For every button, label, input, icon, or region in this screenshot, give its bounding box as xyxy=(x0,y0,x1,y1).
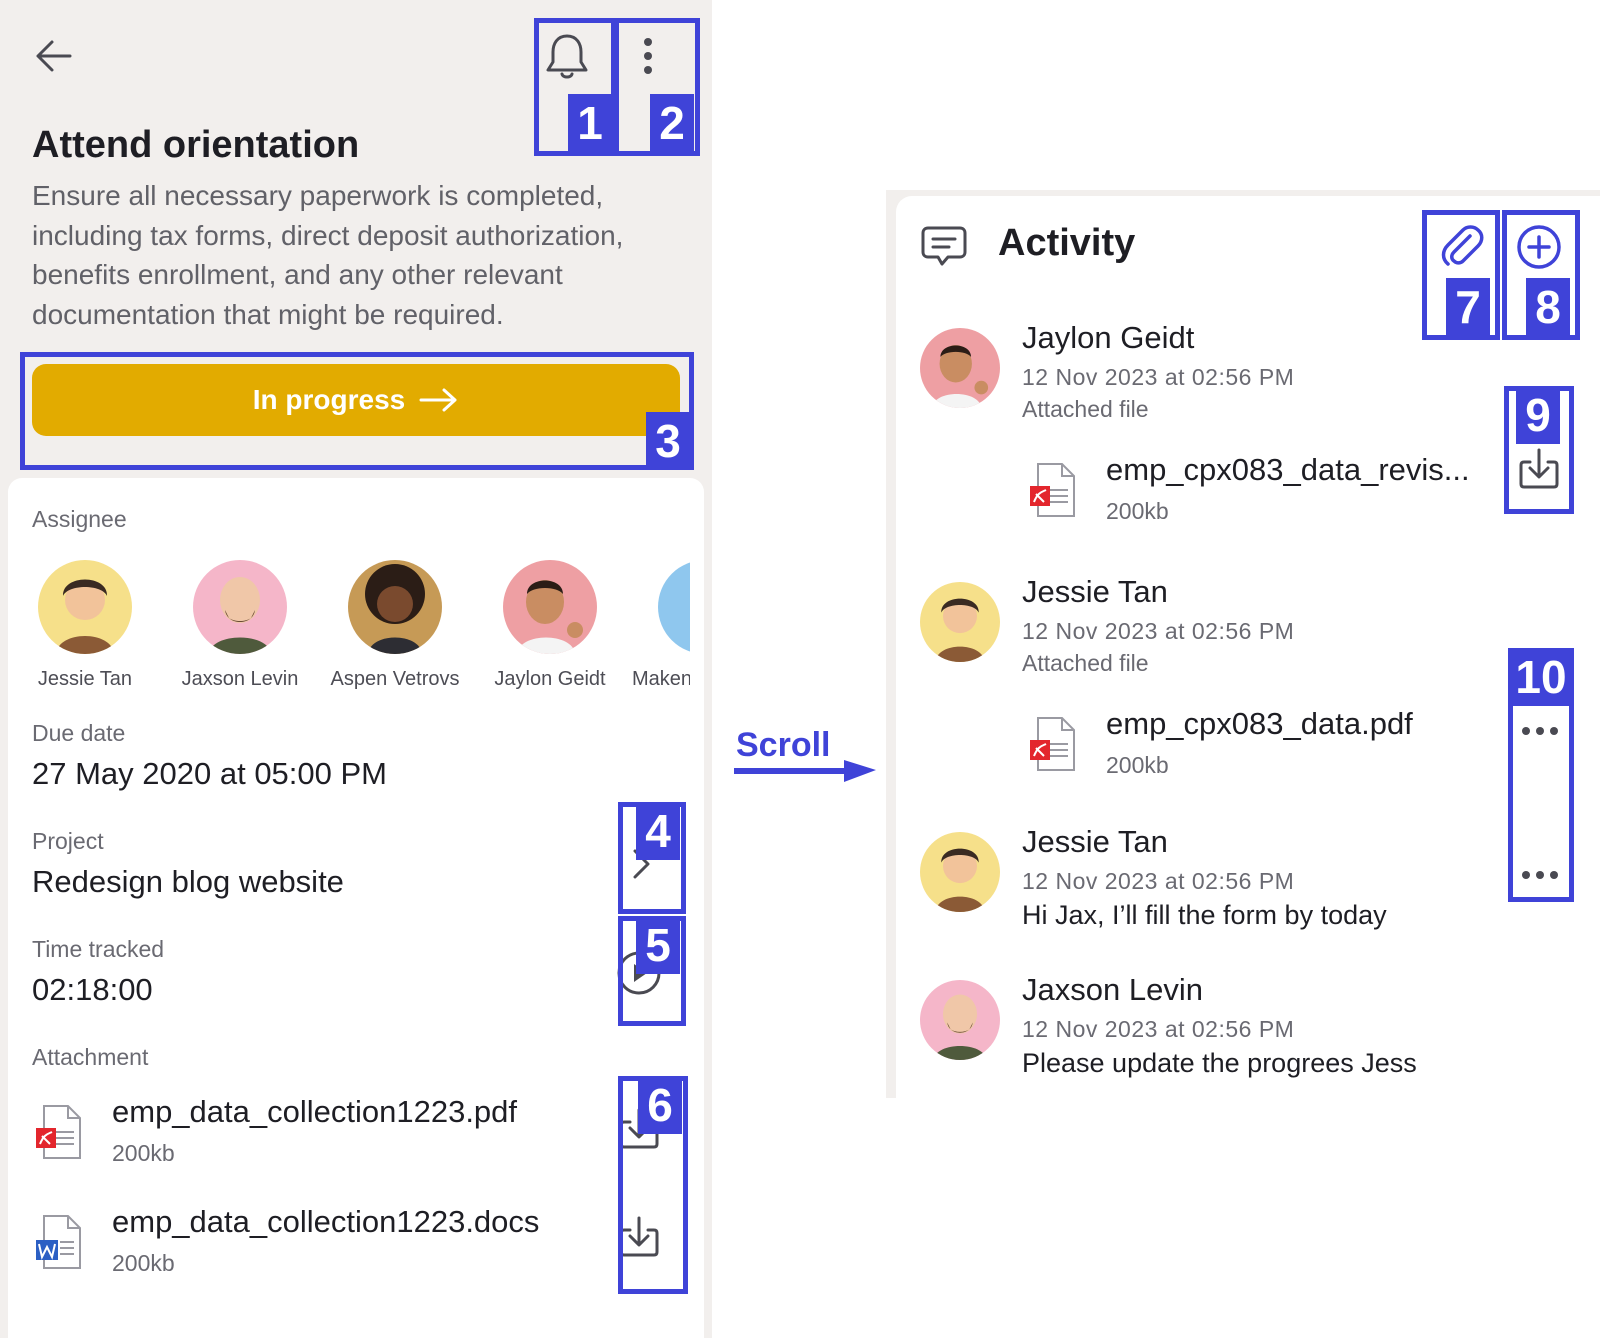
assignee-name: Jaxson Levin xyxy=(181,668,299,690)
chat-icon xyxy=(921,226,967,266)
attachment-size: 200kb xyxy=(112,1250,175,1276)
avatar xyxy=(348,560,442,654)
avatar xyxy=(503,560,597,654)
assignee-name: Jessie Tan xyxy=(37,668,133,690)
activity-item: Jessie Tan 12 Nov 2023 at 02:56 PM Hi Ja… xyxy=(920,824,1560,934)
assignee-item[interactable]: Maken xyxy=(630,560,690,691)
activity-action: Attached file xyxy=(1022,650,1149,676)
avatar xyxy=(920,980,1000,1060)
annotation-tag: 4 xyxy=(636,802,680,860)
activity-author: Jessie Tan xyxy=(1022,574,1168,609)
attachment-size: 200kb xyxy=(112,1140,175,1166)
assignee-item[interactable]: Aspen Vetrovs xyxy=(320,560,470,691)
attachment-name: emp_data_collection1223.pdf xyxy=(112,1094,518,1129)
activity-message: Hi Jax, I’ll fill the form by today xyxy=(1022,900,1387,930)
annotation-tag: 6 xyxy=(638,1076,682,1134)
due-date-label: Due date xyxy=(32,720,126,746)
arrow-left-icon xyxy=(36,40,72,72)
assignee-name: Maken xyxy=(632,668,690,690)
activity-file[interactable]: emp_cpx083_data_revis... 200kb xyxy=(1030,452,1500,532)
assignee-name: Aspen Vetrovs xyxy=(330,668,460,690)
assignee-name: Jaylon Geidt xyxy=(494,668,606,690)
back-button[interactable] xyxy=(30,34,82,78)
time-tracked-label: Time tracked xyxy=(32,936,165,962)
activity-action: Attached file xyxy=(1022,396,1149,422)
activity-message: Please update the progrees Jess xyxy=(1022,1048,1417,1078)
annotation-tag: 8 xyxy=(1526,278,1570,336)
activity-time: 12 Nov 2023 at 02:56 PM xyxy=(1022,1016,1295,1042)
pdf-file-icon xyxy=(1030,463,1075,517)
scroll-arrow-icon xyxy=(734,760,876,782)
activity-file-size: 200kb xyxy=(1106,752,1169,778)
activity-time: 12 Nov 2023 at 02:56 PM xyxy=(1022,364,1295,390)
activity-author: Jessie Tan xyxy=(1022,824,1168,859)
due-date-value: 27 May 2020 at 05:00 PM xyxy=(32,756,388,791)
project-label: Project xyxy=(32,828,104,854)
activity-file-name: emp_cpx083_data_revis... xyxy=(1106,452,1470,487)
attachment-label: Attachment xyxy=(32,1044,149,1070)
assignee-item[interactable]: Jaylon Geidt xyxy=(475,560,625,691)
activity-author: Jaxson Levin xyxy=(1022,972,1203,1007)
task-title: Attend orientation xyxy=(32,124,360,166)
activity-time: 12 Nov 2023 at 02:56 PM xyxy=(1022,868,1295,894)
annotation-tag: 5 xyxy=(636,916,680,974)
activity-title: Activity xyxy=(998,222,1136,264)
annotation-tag: 10 xyxy=(1508,648,1574,706)
attachment-name: emp_data_collection1223.docs xyxy=(112,1204,540,1239)
activity-file-size: 200kb xyxy=(1106,498,1169,524)
avatar xyxy=(920,328,1000,408)
assignee-item[interactable]: Jaxson Levin xyxy=(165,560,315,691)
activity-time: 12 Nov 2023 at 02:56 PM xyxy=(1022,618,1295,644)
activity-item: Jaxson Levin 12 Nov 2023 at 02:56 PM Ple… xyxy=(920,972,1560,1082)
activity-item: Jessie Tan 12 Nov 2023 at 02:56 PM Attac… xyxy=(920,574,1560,778)
attachment-item[interactable]: emp_data_collection1223.pdf 200kb xyxy=(36,1094,636,1174)
activity-file-name: emp_cpx083_data.pdf xyxy=(1106,706,1413,741)
annotation-tag: 1 xyxy=(568,94,612,152)
task-description: Ensure all necessary paperwork is comple… xyxy=(32,180,624,330)
assignee-item[interactable]: Jessie Tan xyxy=(10,560,160,691)
annotation-tag: 7 xyxy=(1446,278,1490,336)
pdf-file-icon xyxy=(1030,717,1075,771)
activity-author: Jaylon Geidt xyxy=(1022,320,1195,355)
annotation-tag: 2 xyxy=(650,94,694,152)
word-file-icon xyxy=(36,1215,81,1269)
annotation-box xyxy=(20,352,694,470)
activity-item: Jaylon Geidt 12 Nov 2023 at 02:56 PM Att… xyxy=(920,320,1560,524)
annotation-tag: 3 xyxy=(646,412,690,470)
avatar xyxy=(38,560,132,654)
pdf-file-icon xyxy=(36,1105,81,1159)
avatar xyxy=(920,582,1000,662)
project-value: Redesign blog website xyxy=(32,864,344,899)
avatar xyxy=(658,560,690,654)
avatar xyxy=(920,832,1000,912)
time-tracked-value: 02:18:00 xyxy=(32,972,153,1007)
avatar xyxy=(193,560,287,654)
attachment-item[interactable]: emp_data_collection1223.docs 200kb xyxy=(36,1204,636,1284)
assignee-label: Assignee xyxy=(32,506,127,532)
annotation-tag: 9 xyxy=(1516,386,1560,444)
activity-file[interactable]: emp_cpx083_data.pdf 200kb xyxy=(1030,706,1500,786)
